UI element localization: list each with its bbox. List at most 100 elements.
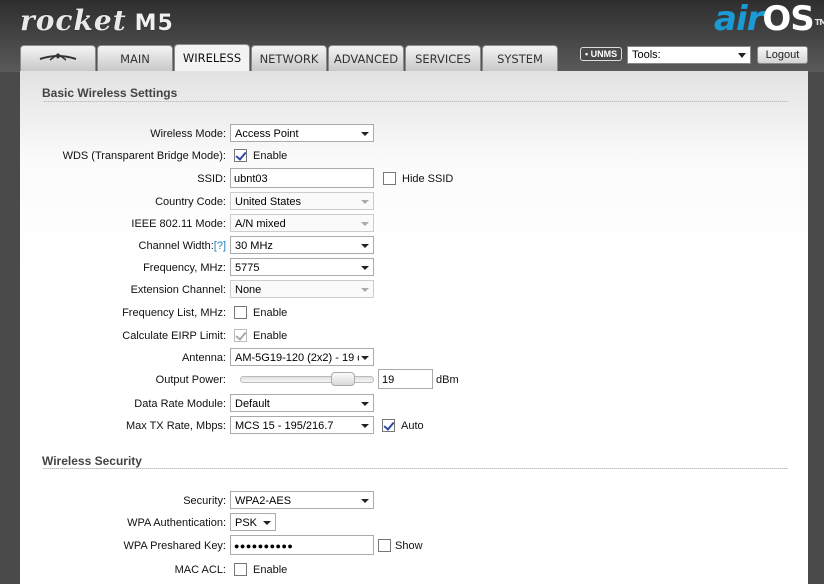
extension-channel-select[interactable]: None: [230, 280, 374, 298]
row-eirp-limit: Calculate EIRP Limit: Enable: [20, 326, 808, 346]
max-tx-auto-checkbox[interactable]: [382, 419, 395, 432]
chevron-down-icon: [361, 200, 369, 204]
rocket-m5-logo: rocket M5: [20, 4, 174, 38]
ieee-mode-value: A/N mixed: [235, 218, 286, 230]
wds-label: WDS (Transparent Bridge Mode):: [62, 150, 226, 162]
tab-ubiquiti-logo[interactable]: [20, 45, 96, 71]
channel-width-label: Channel Width:[?]: [139, 240, 226, 252]
security-select[interactable]: WPA2-AES: [230, 491, 374, 509]
logout-button[interactable]: Logout: [757, 46, 808, 64]
tab-services[interactable]: SERVICES: [405, 45, 481, 71]
eirp-limit-checkbox[interactable]: [234, 329, 247, 342]
unms-label: UNMS: [590, 49, 618, 59]
antenna-label: Antenna:: [181, 352, 226, 364]
row-channel-width: Channel Width:[?] 30 MHz: [20, 236, 808, 256]
logo-os: OS: [762, 0, 814, 39]
show-key-label: Show: [395, 540, 423, 552]
frequency-value: 5775: [235, 262, 260, 274]
output-power-slider-handle[interactable]: [331, 372, 356, 386]
chevron-down-icon: [361, 244, 369, 248]
data-rate-module-select[interactable]: Default: [230, 394, 374, 412]
chevron-down-icon: [361, 132, 369, 136]
row-frequency: Frequency, MHz: 5775: [20, 258, 808, 278]
row-security: Security: WPA2-AES: [20, 491, 808, 511]
wpa-key-input[interactable]: ●●●●●●●●●●: [230, 535, 374, 555]
ssid-value: ubnt03: [234, 173, 268, 185]
channel-width-select[interactable]: 30 MHz: [230, 236, 374, 254]
wds-checkbox[interactable]: [234, 149, 247, 162]
tab-advanced[interactable]: ADVANCED: [328, 45, 404, 71]
row-wpa-key: WPA Preshared Key: ●●●●●●●●●● Show: [20, 535, 808, 556]
tab-network[interactable]: NETWORK: [251, 45, 327, 71]
output-power-value: 19: [382, 374, 395, 386]
eirp-limit-enable-label: Enable: [253, 330, 288, 342]
row-wpa-authentication: WPA Authentication: PSK: [20, 513, 808, 533]
max-tx-rate-label: Max TX Rate, Mbps:: [125, 420, 226, 432]
antenna-value: AM-5G19-120 (2x2) - 19 dBi: [235, 352, 359, 364]
tab-main[interactable]: MAIN: [97, 45, 173, 71]
country-code-select[interactable]: United States: [230, 192, 374, 210]
wireless-mode-select[interactable]: Access Point: [230, 124, 374, 142]
frequency-list-checkbox[interactable]: [234, 306, 247, 319]
max-tx-rate-select[interactable]: MCS 15 - 195/216.7: [230, 416, 374, 434]
mac-acl-checkbox[interactable]: [234, 563, 247, 576]
chevron-down-icon: [263, 521, 271, 525]
row-data-rate-module: Data Rate Module: Default: [20, 394, 808, 414]
chevron-down-icon: [361, 266, 369, 270]
show-key-checkbox[interactable]: [378, 539, 391, 552]
section-divider: [42, 468, 788, 469]
chevron-down-icon: [361, 356, 369, 360]
security-value: WPA2-AES: [235, 495, 292, 507]
channel-width-help-link[interactable]: [?]: [214, 240, 226, 252]
security-label: Security:: [183, 495, 226, 507]
wpa-authentication-value: PSK: [235, 517, 258, 529]
row-wds: WDS (Transparent Bridge Mode): Enable: [20, 146, 808, 166]
wireless-mode-value: Access Point: [235, 128, 299, 140]
channel-width-value: 30 MHz: [235, 240, 273, 252]
header-bar: rocket M5 airOSTM MAIN WIRELESS NETWORK A…: [0, 0, 824, 72]
wireless-settings-panel: Basic Wireless Settings Wireless Mode: A…: [20, 71, 808, 584]
ieee-mode-select[interactable]: A/N mixed: [230, 214, 374, 232]
logo-product: rocket: [20, 4, 127, 37]
chevron-down-icon: [361, 402, 369, 406]
ssid-input[interactable]: ubnt03: [230, 168, 374, 188]
frequency-label: Frequency, MHz:: [143, 262, 226, 274]
extension-channel-value: None: [235, 284, 262, 296]
section-title-security: Wireless Security: [42, 454, 142, 468]
airos-logo: airOSTM: [714, 0, 824, 40]
hide-ssid-label: Hide SSID: [402, 173, 454, 185]
antenna-select[interactable]: AM-5G19-120 (2x2) - 19 dBi: [230, 348, 374, 366]
frequency-list-label: Frequency List, MHz:: [122, 307, 226, 319]
tools-select-value: Tools:: [632, 49, 661, 61]
logo-air: air: [714, 0, 763, 39]
country-code-label: Country Code:: [155, 196, 226, 208]
channel-width-label-text: Channel Width:: [138, 240, 214, 252]
section-title-basic: Basic Wireless Settings: [42, 86, 178, 100]
tab-system[interactable]: SYSTEM: [482, 45, 558, 71]
chevron-down-icon: [361, 424, 369, 428]
frequency-select[interactable]: 5775: [230, 258, 374, 276]
max-tx-auto-label: Auto: [401, 420, 424, 432]
row-country-code: Country Code: United States: [20, 192, 808, 212]
wds-enable-label: Enable: [253, 150, 288, 162]
logo-tm: TM: [814, 18, 824, 27]
ieee-mode-label: IEEE 802.11 Mode:: [131, 218, 226, 230]
chevron-down-icon: [738, 53, 746, 58]
row-mac-acl: MAC ACL: Enable: [20, 560, 808, 580]
ubiquiti-logo-icon: [39, 53, 77, 61]
tab-wireless[interactable]: WIRELESS: [174, 44, 250, 72]
country-code-value: United States: [235, 196, 302, 208]
hide-ssid-checkbox[interactable]: [383, 172, 396, 185]
wireless-mode-label: Wireless Mode:: [150, 128, 226, 140]
wpa-key-label: WPA Preshared Key:: [123, 540, 226, 552]
wpa-authentication-label: WPA Authentication:: [127, 517, 226, 529]
output-power-input[interactable]: 19: [378, 369, 433, 389]
max-tx-rate-value: MCS 15 - 195/216.7: [235, 420, 334, 432]
row-antenna: Antenna: AM-5G19-120 (2x2) - 19 dBi: [20, 348, 808, 368]
section-divider: [42, 101, 788, 102]
wpa-authentication-select[interactable]: PSK: [230, 513, 276, 531]
logo-model: M5: [134, 11, 174, 36]
tools-select[interactable]: Tools:: [627, 46, 751, 64]
chevron-down-icon: [361, 222, 369, 226]
unms-badge[interactable]: • UNMS: [580, 47, 623, 61]
